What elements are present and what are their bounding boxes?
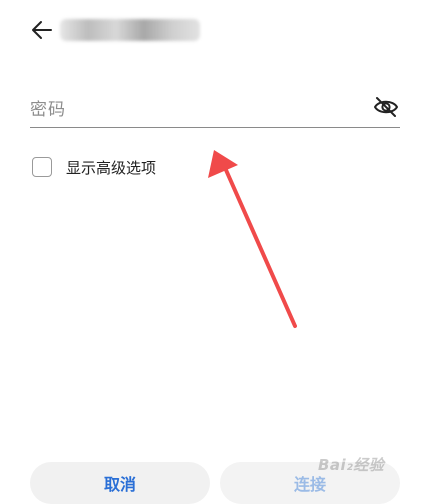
eye-off-icon (374, 97, 398, 117)
advanced-options-checkbox[interactable] (32, 157, 52, 177)
watermark: Bai₂经验 (318, 456, 385, 474)
cancel-button[interactable]: 取消 (30, 462, 210, 504)
back-button[interactable] (26, 14, 58, 46)
annotation-arrow (208, 150, 297, 328)
password-placeholder: 密码 (30, 100, 66, 120)
password-visibility-toggle[interactable] (372, 94, 400, 120)
header (0, 0, 434, 60)
advanced-options-label: 显示高级选项 (66, 158, 157, 177)
network-name-blurred (60, 19, 200, 41)
password-field[interactable]: 密码 (30, 86, 400, 128)
show-advanced-options[interactable]: 显示高级选项 (32, 154, 156, 180)
back-arrow-icon (32, 21, 52, 39)
